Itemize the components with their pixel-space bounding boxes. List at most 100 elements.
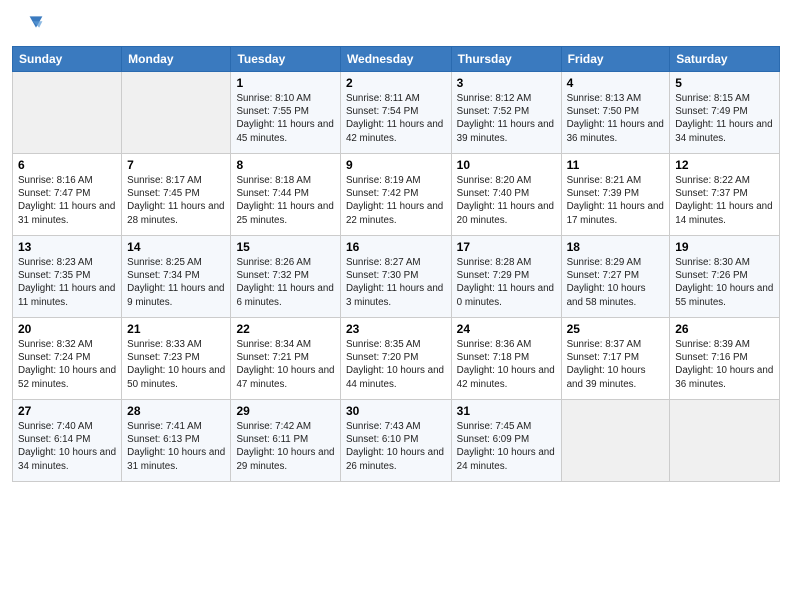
week-row-1: 1 Sunrise: 8:10 AM Sunset: 7:55 PM Daylig… (13, 72, 780, 154)
day-cell: 3 Sunrise: 8:12 AM Sunset: 7:52 PM Daylig… (451, 72, 561, 154)
day-info: Sunrise: 8:10 AM Sunset: 7:55 PM Dayligh… (236, 92, 334, 145)
day-info: Sunrise: 8:26 AM Sunset: 7:32 PM Dayligh… (236, 256, 334, 309)
day-info: Sunrise: 8:25 AM Sunset: 7:34 PM Dayligh… (127, 256, 225, 309)
day-number: 22 (236, 322, 334, 336)
day-info: Sunrise: 8:36 AM Sunset: 7:18 PM Dayligh… (457, 338, 556, 391)
day-cell: 25Sunrise: 8:37 AM Sunset: 7:17 PM Dayli… (561, 318, 670, 400)
day-info: Sunrise: 8:12 AM Sunset: 7:52 PM Dayligh… (457, 92, 556, 145)
day-number: 20 (18, 322, 116, 336)
day-info: Sunrise: 8:11 AM Sunset: 7:54 PM Dayligh… (346, 92, 446, 145)
day-cell: 17Sunrise: 8:28 AM Sunset: 7:29 PM Dayli… (451, 236, 561, 318)
day-cell: 7Sunrise: 8:17 AM Sunset: 7:45 PM Daylig… (122, 154, 231, 236)
day-cell: 26 Sunrise: 8:39 AM Sunset: 7:16 PM Dayli… (670, 318, 780, 400)
day-cell: 31 Sunrise: 7:45 AM Sunset: 6:09 PM Dayli… (451, 400, 561, 482)
day-cell: 13Sunrise: 8:23 AM Sunset: 7:35 PM Dayli… (13, 236, 122, 318)
day-cell (13, 72, 122, 154)
day-cell: 6 Sunrise: 8:16 AM Sunset: 7:47 PM Daylig… (13, 154, 122, 236)
day-info: Sunrise: 8:21 AM Sunset: 7:39 PM Dayligh… (567, 174, 665, 227)
day-info: Sunrise: 8:22 AM Sunset: 7:37 PM Dayligh… (675, 174, 774, 227)
day-info: Sunrise: 7:45 AM Sunset: 6:09 PM Dayligh… (457, 420, 556, 473)
day-info: Sunrise: 8:15 AM Sunset: 7:49 PM Dayligh… (675, 92, 774, 145)
week-row-5: 27 Sunrise: 7:40 AM Sunset: 6:14 PM Dayli… (13, 400, 780, 482)
day-cell: 11 Sunrise: 8:21 AM Sunset: 7:39 PM Dayli… (561, 154, 670, 236)
day-cell: 9 Sunrise: 8:19 AM Sunset: 7:42 PM Daylig… (340, 154, 451, 236)
day-cell (561, 400, 670, 482)
day-info: Sunrise: 8:32 AM Sunset: 7:24 PM Dayligh… (18, 338, 116, 391)
day-number: 29 (236, 404, 334, 418)
day-info: Sunrise: 8:23 AM Sunset: 7:35 PM Dayligh… (18, 256, 116, 309)
day-number: 14 (127, 240, 225, 254)
day-info: Sunrise: 8:18 AM Sunset: 7:44 PM Dayligh… (236, 174, 334, 227)
calendar-table: SundayMondayTuesdayWednesdayThursdayFrid… (12, 46, 780, 482)
day-number: 21 (127, 322, 225, 336)
weekday-header-saturday: Saturday (670, 47, 780, 72)
week-row-4: 20 Sunrise: 8:32 AM Sunset: 7:24 PM Dayli… (13, 318, 780, 400)
day-cell: 23Sunrise: 8:35 AM Sunset: 7:20 PM Dayli… (340, 318, 451, 400)
day-cell: 12 Sunrise: 8:22 AM Sunset: 7:37 PM Dayli… (670, 154, 780, 236)
logo-icon (12, 10, 44, 42)
weekday-header-monday: Monday (122, 47, 231, 72)
header (12, 10, 780, 42)
day-number: 11 (567, 158, 665, 172)
day-cell: 18 Sunrise: 8:29 AM Sunset: 7:27 PM Dayli… (561, 236, 670, 318)
day-cell: 4 Sunrise: 8:13 AM Sunset: 7:50 PM Daylig… (561, 72, 670, 154)
weekday-header-row: SundayMondayTuesdayWednesdayThursdayFrid… (13, 47, 780, 72)
day-number: 25 (567, 322, 665, 336)
day-number: 30 (346, 404, 446, 418)
day-info: Sunrise: 8:20 AM Sunset: 7:40 PM Dayligh… (457, 174, 556, 227)
day-cell: 2 Sunrise: 8:11 AM Sunset: 7:54 PM Daylig… (340, 72, 451, 154)
day-info: Sunrise: 8:39 AM Sunset: 7:16 PM Dayligh… (675, 338, 774, 391)
day-info: Sunrise: 7:40 AM Sunset: 6:14 PM Dayligh… (18, 420, 116, 473)
day-info: Sunrise: 8:27 AM Sunset: 7:30 PM Dayligh… (346, 256, 446, 309)
day-number: 5 (675, 76, 774, 90)
weekday-header-thursday: Thursday (451, 47, 561, 72)
day-number: 19 (675, 240, 774, 254)
day-number: 26 (675, 322, 774, 336)
day-number: 27 (18, 404, 116, 418)
day-number: 3 (457, 76, 556, 90)
day-info: Sunrise: 8:13 AM Sunset: 7:50 PM Dayligh… (567, 92, 665, 145)
day-cell: 5 Sunrise: 8:15 AM Sunset: 7:49 PM Daylig… (670, 72, 780, 154)
day-cell: 16 Sunrise: 8:27 AM Sunset: 7:30 PM Dayli… (340, 236, 451, 318)
weekday-header-sunday: Sunday (13, 47, 122, 72)
day-number: 15 (236, 240, 334, 254)
day-number: 9 (346, 158, 446, 172)
day-cell: 28 Sunrise: 7:41 AM Sunset: 6:13 PM Dayli… (122, 400, 231, 482)
day-number: 31 (457, 404, 556, 418)
day-number: 28 (127, 404, 225, 418)
weekday-header-tuesday: Tuesday (231, 47, 340, 72)
day-cell: 8 Sunrise: 8:18 AM Sunset: 7:44 PM Daylig… (231, 154, 340, 236)
day-info: Sunrise: 8:29 AM Sunset: 7:27 PM Dayligh… (567, 256, 665, 309)
day-info: Sunrise: 7:41 AM Sunset: 6:13 PM Dayligh… (127, 420, 225, 473)
day-info: Sunrise: 8:16 AM Sunset: 7:47 PM Dayligh… (18, 174, 116, 227)
day-info: Sunrise: 8:33 AM Sunset: 7:23 PM Dayligh… (127, 338, 225, 391)
day-cell: 21 Sunrise: 8:33 AM Sunset: 7:23 PM Dayli… (122, 318, 231, 400)
day-cell (122, 72, 231, 154)
day-number: 23 (346, 322, 446, 336)
day-info: Sunrise: 8:28 AM Sunset: 7:29 PM Dayligh… (457, 256, 556, 309)
weekday-header-friday: Friday (561, 47, 670, 72)
day-cell: 10 Sunrise: 8:20 AM Sunset: 7:40 PM Dayli… (451, 154, 561, 236)
day-cell: 29 Sunrise: 7:42 AM Sunset: 6:11 PM Dayli… (231, 400, 340, 482)
day-info: Sunrise: 7:42 AM Sunset: 6:11 PM Dayligh… (236, 420, 334, 473)
day-cell: 1 Sunrise: 8:10 AM Sunset: 7:55 PM Daylig… (231, 72, 340, 154)
day-cell: 22Sunrise: 8:34 AM Sunset: 7:21 PM Dayli… (231, 318, 340, 400)
day-number: 18 (567, 240, 665, 254)
day-cell: 20 Sunrise: 8:32 AM Sunset: 7:24 PM Dayli… (13, 318, 122, 400)
day-number: 6 (18, 158, 116, 172)
day-number: 16 (346, 240, 446, 254)
day-number: 8 (236, 158, 334, 172)
day-number: 1 (236, 76, 334, 90)
day-number: 12 (675, 158, 774, 172)
page-container: SundayMondayTuesdayWednesdayThursdayFrid… (0, 0, 792, 490)
day-number: 4 (567, 76, 665, 90)
day-cell: 15 Sunrise: 8:26 AM Sunset: 7:32 PM Dayli… (231, 236, 340, 318)
day-cell: 19 Sunrise: 8:30 AM Sunset: 7:26 PM Dayli… (670, 236, 780, 318)
week-row-2: 6 Sunrise: 8:16 AM Sunset: 7:47 PM Daylig… (13, 154, 780, 236)
day-info: Sunrise: 8:30 AM Sunset: 7:26 PM Dayligh… (675, 256, 774, 309)
day-number: 10 (457, 158, 556, 172)
day-number: 2 (346, 76, 446, 90)
logo (12, 10, 48, 42)
day-info: Sunrise: 8:17 AM Sunset: 7:45 PM Dayligh… (127, 174, 225, 227)
day-info: Sunrise: 8:19 AM Sunset: 7:42 PM Dayligh… (346, 174, 446, 227)
